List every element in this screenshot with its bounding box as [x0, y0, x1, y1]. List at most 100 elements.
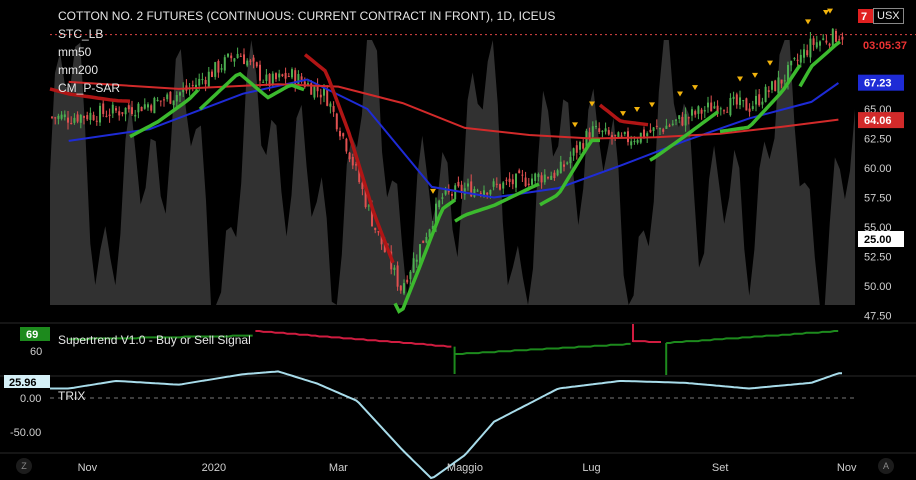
candle-body — [783, 80, 786, 82]
supertrend-segment — [666, 330, 839, 344]
candle-body — [723, 110, 725, 112]
candle-body — [236, 53, 239, 59]
sell-marker — [572, 122, 578, 128]
candle-body — [761, 101, 764, 105]
price-tick-label: 62.50 — [864, 134, 892, 146]
candle-body — [700, 109, 703, 114]
candle-body — [425, 236, 428, 243]
candle-body — [828, 43, 831, 46]
candle-body — [559, 161, 562, 174]
candle-body — [415, 259, 418, 262]
candle-body — [595, 125, 597, 127]
candle-body — [451, 193, 453, 196]
candle-body — [95, 120, 98, 122]
candle-body — [665, 125, 668, 129]
trix-tick-label: -50.00 — [10, 427, 41, 439]
candle-body — [777, 77, 780, 93]
candle-body — [329, 103, 332, 107]
candle-body — [83, 116, 85, 118]
candle-body — [694, 111, 697, 115]
candle-body — [79, 114, 82, 123]
candle-body — [755, 95, 757, 105]
candle-body — [105, 115, 108, 117]
candle-body — [780, 79, 783, 84]
candle-body — [281, 74, 284, 76]
candle-body — [137, 103, 140, 113]
candle-body — [169, 91, 172, 104]
candle-body — [198, 78, 201, 86]
sell-marker — [649, 102, 655, 108]
candle-body — [467, 183, 469, 187]
supertrend-title[interactable]: Supertrend V1.0 - Buy or Sell Signal — [58, 333, 251, 347]
candle-body — [438, 200, 441, 208]
candle-body — [598, 128, 601, 132]
candle-body — [367, 205, 370, 207]
candle-body — [454, 185, 457, 200]
chart-canvas[interactable]: 47.5050.0052.5055.0057.5060.0062.5065.00… — [0, 0, 916, 480]
last-price-label: 7 — [861, 11, 867, 23]
candle-body — [819, 41, 821, 46]
trix-title[interactable]: TRIX — [58, 389, 85, 403]
candle-body — [719, 108, 722, 110]
legend-stc[interactable]: STC_LB — [58, 26, 103, 42]
candle-body — [531, 178, 533, 185]
candle-body — [217, 60, 220, 73]
candle-body — [623, 132, 626, 134]
timezone-button[interactable]: Z — [16, 458, 32, 474]
supertrend-value-label: 69 — [26, 329, 38, 341]
legend-mm200[interactable]: mm200 — [58, 62, 98, 78]
candle-body — [751, 106, 754, 110]
supertrend-tick-label: 60 — [30, 346, 42, 358]
time-tick-label: Lug — [582, 462, 600, 474]
candle-body — [540, 175, 543, 183]
supertrend-segment — [255, 330, 452, 348]
candle-body — [86, 115, 89, 120]
candle-body — [495, 183, 498, 185]
candle-body — [396, 265, 399, 287]
candle-body — [57, 115, 60, 119]
candle-body — [636, 140, 639, 143]
candle-body — [633, 140, 636, 142]
candle-body — [681, 116, 684, 126]
psar-segment — [598, 103, 649, 127]
candle-body — [591, 126, 594, 137]
candle-body — [67, 117, 69, 123]
candle-body — [409, 271, 412, 280]
candle-body — [156, 99, 159, 101]
candle-body — [671, 123, 674, 125]
candle-body — [556, 170, 559, 176]
currency-button[interactable]: USX — [873, 8, 904, 24]
candle-body — [150, 105, 153, 111]
candle-body — [345, 138, 348, 152]
candle-body — [684, 114, 687, 126]
candle-body — [351, 156, 354, 166]
legend-psar[interactable]: CM_P-SAR — [58, 80, 120, 96]
candle-body — [678, 115, 681, 119]
candle-body — [179, 92, 181, 96]
candle-body — [739, 97, 741, 106]
time-axis: Nov 2020 Mar Maggio Lug Set Nov — [78, 462, 857, 474]
candle-body — [313, 86, 316, 98]
candle-body — [649, 129, 652, 133]
candle-body — [51, 116, 53, 118]
candle-body — [476, 190, 479, 192]
candle-body — [790, 60, 793, 66]
candle-body — [54, 117, 57, 119]
candle-body — [643, 129, 645, 138]
candle-body — [99, 105, 101, 123]
sell-marker — [805, 19, 811, 25]
candle-body — [774, 80, 777, 92]
candle-body — [63, 114, 66, 118]
candle-body — [355, 164, 357, 166]
candle-body — [115, 108, 117, 111]
candle-body — [243, 54, 245, 65]
candle-body — [486, 192, 489, 195]
sell-marker — [430, 188, 436, 194]
candle-body — [607, 130, 610, 135]
legend-mm50[interactable]: mm50 — [58, 44, 91, 60]
candle-body — [406, 279, 409, 283]
candle-body — [60, 114, 63, 119]
candle-body — [422, 240, 425, 243]
auto-scale-button[interactable]: A — [878, 458, 894, 474]
candle-body — [259, 64, 261, 81]
